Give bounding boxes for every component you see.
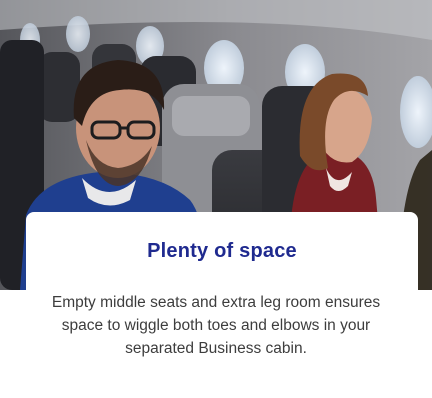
window-2 (66, 16, 90, 52)
promo-description: Empty middle seats and extra leg room en… (51, 294, 381, 357)
promo-card: Plenty of space Empty middle seats and e… (0, 0, 432, 398)
promo-title: Plenty of space (147, 240, 297, 262)
